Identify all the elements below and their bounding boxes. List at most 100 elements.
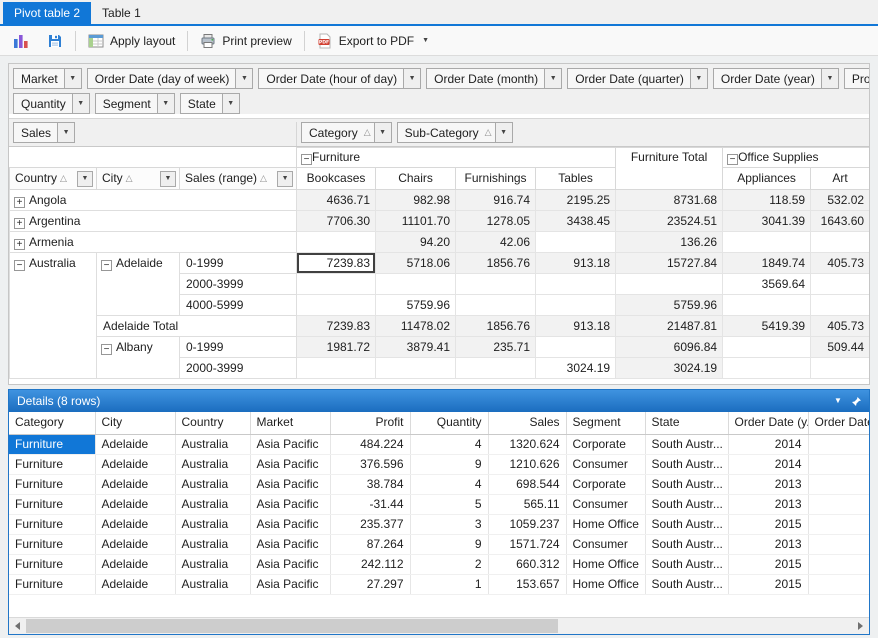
details-cell[interactable]: Adelaide bbox=[95, 454, 175, 474]
pivot-cell[interactable]: 982.98 bbox=[376, 190, 456, 211]
scrollbar-thumb[interactable] bbox=[26, 619, 558, 633]
filter-dropdown-button[interactable]: ▼ bbox=[64, 69, 81, 88]
details-cell[interactable]: 242.112 bbox=[330, 554, 410, 574]
details-cell[interactable]: 2014 bbox=[728, 434, 808, 454]
apply-layout-button[interactable]: Apply layout bbox=[79, 28, 184, 54]
details-cell[interactable]: South Austr... bbox=[645, 514, 728, 534]
details-column-header[interactable]: Order Date (y... bbox=[728, 412, 808, 434]
column-header-tables[interactable]: Tables bbox=[536, 168, 616, 190]
details-cell[interactable]: South Austr... bbox=[645, 454, 728, 474]
pivot-cell[interactable]: 5718.06 bbox=[376, 253, 456, 274]
filter-dropdown-button[interactable]: ▼ bbox=[690, 69, 707, 88]
pivot-cell[interactable]: 405.73 bbox=[811, 316, 870, 337]
pivot-cell[interactable] bbox=[723, 295, 811, 316]
filter-dropdown-button[interactable]: ▼ bbox=[821, 69, 838, 88]
details-cell[interactable]: 2013 bbox=[728, 534, 808, 554]
details-cell[interactable]: Home Office bbox=[566, 554, 645, 574]
details-cell[interactable]: Consumer bbox=[566, 534, 645, 554]
details-cell[interactable]: Australia bbox=[175, 434, 250, 454]
column-header-appliances[interactable]: Appliances bbox=[723, 168, 811, 190]
details-column-header[interactable]: Sales bbox=[488, 412, 566, 434]
details-cell[interactable]: Home Office bbox=[566, 514, 645, 534]
column-group-office-supplies[interactable]: −Office Supplies bbox=[723, 148, 870, 168]
details-cell[interactable]: Furniture bbox=[9, 474, 95, 494]
print-preview-button[interactable]: Print preview bbox=[191, 28, 300, 54]
details-cell[interactable]: Australia bbox=[175, 494, 250, 514]
details-column-header[interactable]: Segment bbox=[566, 412, 645, 434]
pivot-cell[interactable]: 3024.19 bbox=[536, 358, 616, 379]
pivot-cell[interactable]: 509.44 bbox=[811, 337, 870, 358]
collapse-icon[interactable]: − bbox=[727, 154, 738, 165]
filter-dropdown-button[interactable]: ▼ bbox=[495, 123, 512, 142]
row-header-adelaide[interactable]: −Adelaide bbox=[97, 253, 180, 316]
details-cell[interactable]: South Austr... bbox=[645, 474, 728, 494]
details-cell[interactable]: Furniture bbox=[9, 494, 95, 514]
row-header-range-2000-3999[interactable]: 2000-3999 bbox=[180, 358, 297, 379]
details-cell[interactable]: Furniture bbox=[9, 574, 95, 594]
expand-icon[interactable]: + bbox=[14, 218, 25, 229]
column-group-furniture[interactable]: −Furniture bbox=[297, 148, 616, 168]
details-titlebar[interactable]: Details (8 rows) ▼ bbox=[9, 390, 869, 412]
pivot-cell[interactable]: 1849.74 bbox=[723, 253, 811, 274]
details-cell[interactable]: 4 bbox=[410, 474, 488, 494]
details-cell[interactable]: 484.224 bbox=[330, 434, 410, 454]
pivot-cell[interactable] bbox=[811, 295, 870, 316]
details-cell[interactable]: Corporate bbox=[566, 434, 645, 454]
scroll-left-button[interactable] bbox=[9, 618, 26, 634]
row-header-angola[interactable]: +Angola bbox=[10, 190, 297, 211]
pivot-cell[interactable]: 405.73 bbox=[811, 253, 870, 274]
pivot-cell[interactable]: 4636.71 bbox=[297, 190, 376, 211]
details-cell[interactable]: Furniture bbox=[9, 534, 95, 554]
details-cell[interactable] bbox=[808, 454, 869, 474]
filter-dropdown-button[interactable]: ▼ bbox=[403, 69, 420, 88]
collapse-icon[interactable]: − bbox=[14, 260, 25, 271]
pivot-cell[interactable]: 1278.05 bbox=[456, 211, 536, 232]
filter-field-order-date-day-of-week[interactable]: Order Date (day of week)▼ bbox=[87, 68, 254, 89]
pivot-cell[interactable]: 1981.72 bbox=[297, 337, 376, 358]
pivot-cell[interactable] bbox=[723, 358, 811, 379]
details-cell[interactable]: Adelaide bbox=[95, 434, 175, 454]
details-cell[interactable]: Asia Pacific bbox=[250, 494, 330, 514]
column-header-furniture-total[interactable]: Furniture Total bbox=[616, 148, 723, 190]
details-cell[interactable]: 4 bbox=[410, 434, 488, 454]
pivot-cell[interactable] bbox=[456, 274, 536, 295]
pivot-cell[interactable] bbox=[297, 274, 376, 295]
horizontal-scrollbar[interactable] bbox=[9, 617, 869, 634]
details-cell[interactable]: Asia Pacific bbox=[250, 454, 330, 474]
details-cell[interactable]: 1059.237 bbox=[488, 514, 566, 534]
pivot-cell[interactable]: 1856.76 bbox=[456, 316, 536, 337]
row-field-country[interactable]: Country△▼ bbox=[10, 168, 97, 190]
details-cell[interactable]: 9 bbox=[410, 454, 488, 474]
details-cell[interactable]: 153.657 bbox=[488, 574, 566, 594]
details-column-header[interactable]: Market bbox=[250, 412, 330, 434]
filter-field-order-date-year[interactable]: Order Date (year)▼ bbox=[713, 68, 839, 89]
details-cell[interactable]: Asia Pacific bbox=[250, 534, 330, 554]
filter-field-state[interactable]: State▼ bbox=[180, 93, 240, 114]
details-cell[interactable]: Home Office bbox=[566, 574, 645, 594]
details-cell[interactable]: 698.544 bbox=[488, 474, 566, 494]
details-cell[interactable]: Asia Pacific bbox=[250, 474, 330, 494]
details-column-header[interactable]: Category bbox=[9, 412, 95, 434]
pivot-cell[interactable]: 913.18 bbox=[536, 316, 616, 337]
details-column-header[interactable]: State bbox=[645, 412, 728, 434]
row-field-city[interactable]: City△▼ bbox=[97, 168, 180, 190]
pivot-cell[interactable]: 11101.70 bbox=[376, 211, 456, 232]
details-cell[interactable]: South Austr... bbox=[645, 574, 728, 594]
pivot-cell[interactable]: 1643.60 bbox=[811, 211, 870, 232]
details-cell-selected[interactable]: Furniture bbox=[9, 434, 95, 454]
filter-dropdown-button[interactable]: ▼ bbox=[374, 123, 391, 142]
details-cell[interactable]: 565.11 bbox=[488, 494, 566, 514]
save-button[interactable] bbox=[38, 28, 72, 54]
pivot-cell[interactable] bbox=[723, 232, 811, 253]
scroll-right-button[interactable] bbox=[852, 618, 869, 634]
details-cell[interactable]: 1571.724 bbox=[488, 534, 566, 554]
pivot-cell[interactable]: 21487.81 bbox=[616, 316, 723, 337]
details-cell[interactable]: Asia Pacific bbox=[250, 554, 330, 574]
details-cell[interactable]: 2015 bbox=[728, 554, 808, 574]
details-cell[interactable]: 38.784 bbox=[330, 474, 410, 494]
row-header-range-0-1999[interactable]: 0-1999 bbox=[180, 337, 297, 358]
filter-dropdown-button[interactable]: ▼ bbox=[160, 171, 176, 187]
pivot-cell[interactable]: 7239.83 bbox=[297, 316, 376, 337]
filter-dropdown-button[interactable]: ▼ bbox=[544, 69, 561, 88]
pivot-cell[interactable] bbox=[811, 232, 870, 253]
